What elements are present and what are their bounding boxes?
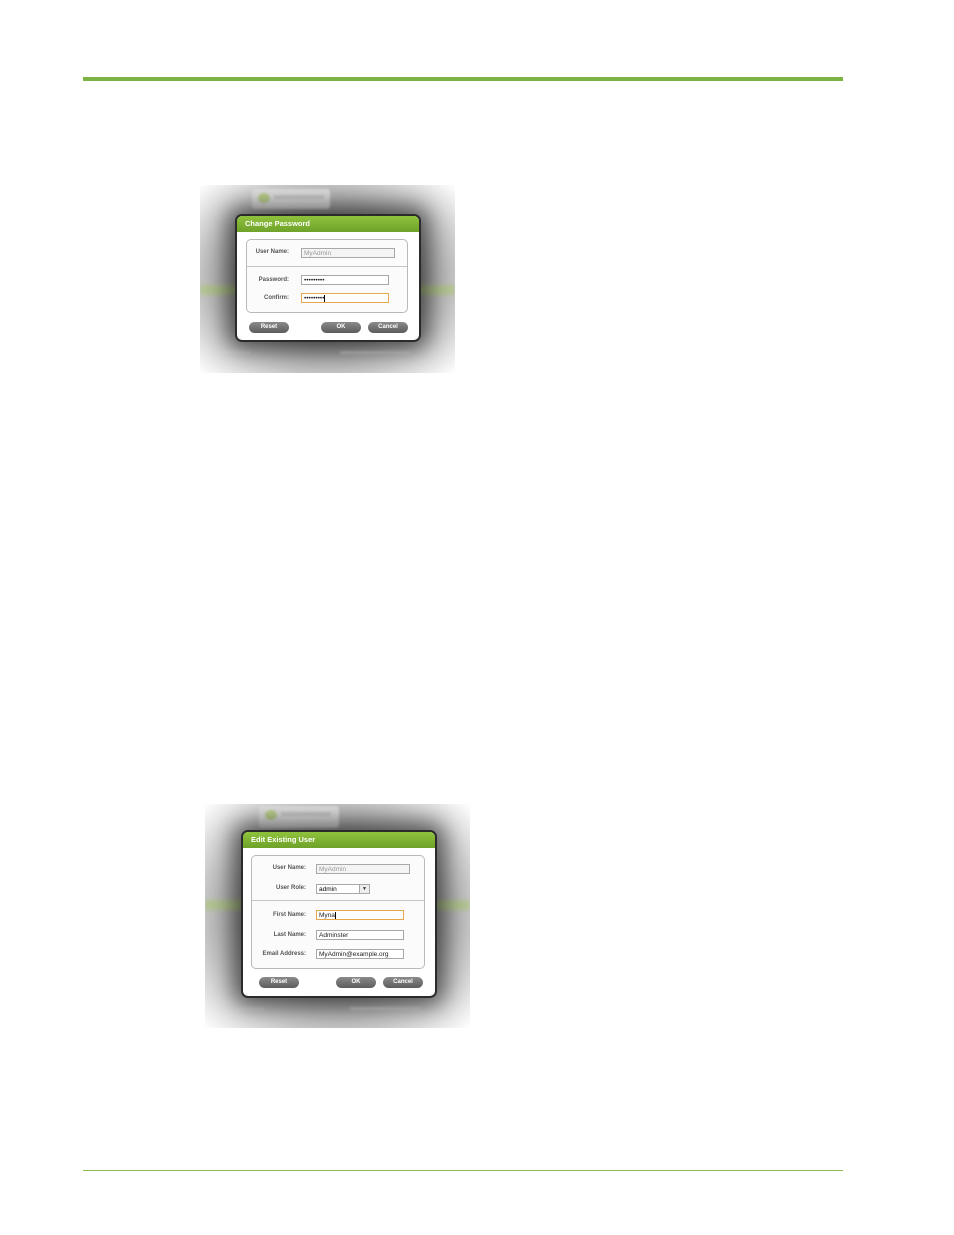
confirm-label: Confirm: <box>264 295 289 301</box>
first-name-value: Myna <box>319 912 335 919</box>
last-name-label: Last Name: <box>273 932 306 938</box>
user-role-select[interactable]: admin ▼ <box>316 884 370 894</box>
first-name-label: First Name: <box>272 912 306 918</box>
dialog-title: Change Password <box>237 216 419 232</box>
background-tab <box>252 189 330 209</box>
confirm-value: ••••••••• <box>304 295 325 302</box>
app-logo-icon <box>258 193 270 203</box>
password-field[interactable]: ••••••••• <box>301 275 389 285</box>
password-label: Password: <box>258 277 289 283</box>
account-panel: User Name: MyAdmin User Role: admin ▼ Fi… <box>251 855 425 969</box>
confirm-field[interactable]: ••••••••• <box>301 293 389 303</box>
text-caret <box>324 294 326 302</box>
cancel-button[interactable]: Cancel <box>383 977 423 988</box>
email-address-field[interactable]: MyAdmin@example.org <box>316 949 404 959</box>
dialog-title: Edit Existing User <box>243 832 435 848</box>
background-tab-text <box>281 812 331 816</box>
change-password-screenshot: Change Password User Name: MyAdmin Passw… <box>200 185 455 373</box>
panel-divider <box>252 900 424 901</box>
credentials-panel: User Name: MyAdmin Password: ••••••••• C… <box>246 239 408 313</box>
panel-divider <box>247 266 407 267</box>
email-address-label: Email Address: <box>262 951 306 957</box>
app-logo-icon <box>265 810 277 820</box>
background-row <box>233 1007 263 1010</box>
footer-rule <box>83 1170 843 1171</box>
user-name-label: User Name: <box>255 249 289 255</box>
background-row <box>340 351 410 354</box>
user-role-value: admin <box>319 886 337 893</box>
user-name-field[interactable]: MyAdmin <box>316 864 410 874</box>
text-caret <box>334 911 336 919</box>
background-tab <box>259 806 339 828</box>
background-tab-text <box>274 195 324 199</box>
reset-button[interactable]: Reset <box>259 977 299 988</box>
reset-button[interactable]: Reset <box>249 322 289 333</box>
edit-user-screenshot: Edit Existing User User Name: MyAdmin Us… <box>205 804 470 1028</box>
edit-user-dialog: Edit Existing User User Name: MyAdmin Us… <box>241 830 437 998</box>
background-row <box>350 1007 420 1010</box>
header-rule <box>83 77 843 81</box>
last-name-field[interactable]: Adminster <box>316 930 404 940</box>
cancel-button[interactable]: Cancel <box>368 322 408 333</box>
dropdown-arrow-icon[interactable]: ▼ <box>359 885 369 893</box>
user-role-label: User Role: <box>275 885 306 891</box>
background-row <box>220 351 250 354</box>
user-name-label: User Name: <box>272 865 306 871</box>
ok-button[interactable]: OK <box>321 322 361 333</box>
first-name-field[interactable]: Myna <box>316 910 404 920</box>
ok-button[interactable]: OK <box>336 977 376 988</box>
user-name-field[interactable]: MyAdmin <box>301 248 395 258</box>
change-password-dialog: Change Password User Name: MyAdmin Passw… <box>235 214 421 342</box>
